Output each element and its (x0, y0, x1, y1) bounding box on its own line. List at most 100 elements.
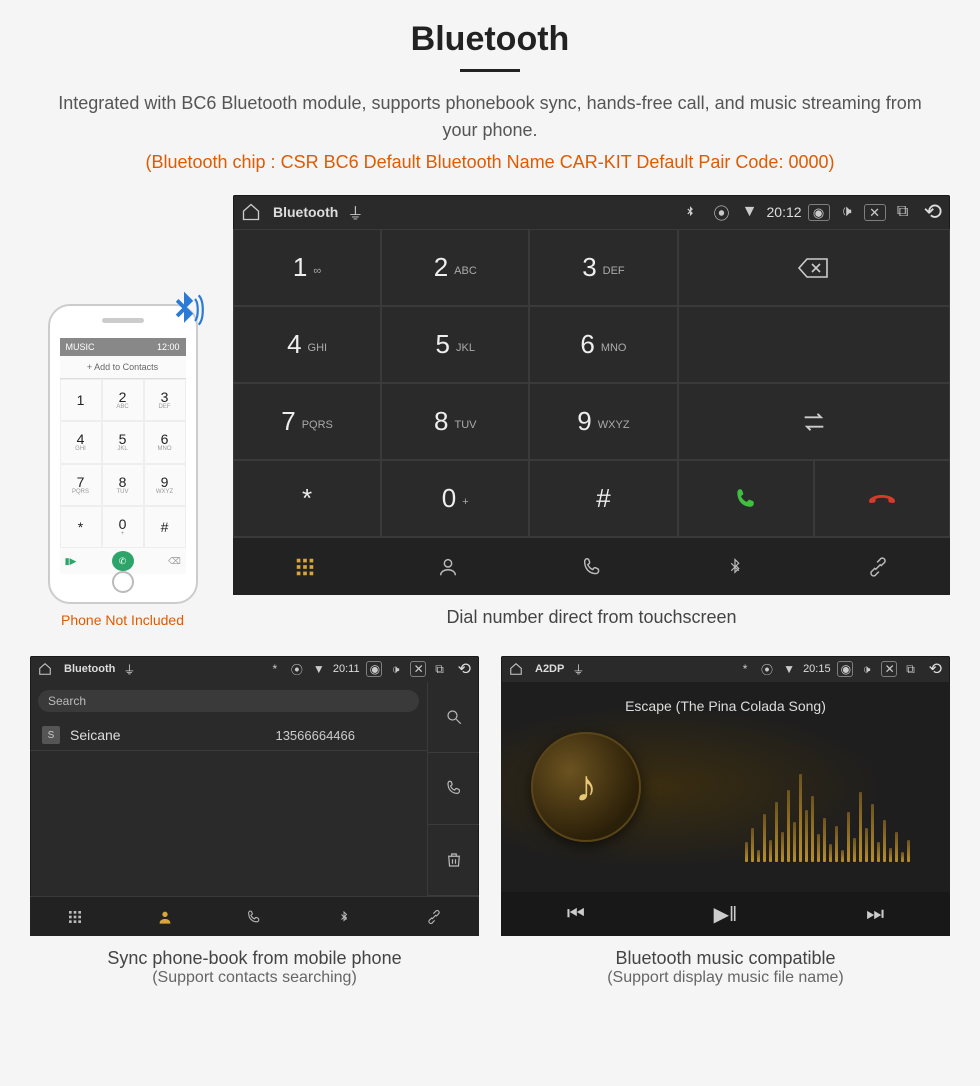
phone-mock-video-icon: ▮▶ (60, 548, 82, 574)
dialpad-key-#[interactable]: # (529, 460, 677, 537)
nav-contacts-icon[interactable] (120, 897, 210, 936)
back-icon[interactable]: ⟲ (458, 659, 471, 679)
dialer-statusbar: Bluetooth ⏚ ⦿ ▼ 20:12 ◉ 🕩 ✕ ⧉ ⟲ (233, 195, 950, 229)
empty-action (678, 306, 950, 383)
phone-mock-key: # (144, 506, 186, 548)
recents-icon[interactable]: ⧉ (903, 662, 919, 677)
contacts-caption: Sync phone-book from mobile phone (107, 948, 401, 968)
wifi-icon: ▼ (311, 662, 327, 676)
phone-mock-key: 4GHI (60, 421, 102, 463)
volume-icon[interactable]: 🕩 (836, 203, 858, 221)
prev-track-button[interactable]: ⏮ (501, 892, 651, 936)
bluetooth-icon: * (267, 662, 283, 676)
phone-mock-key: 1 (60, 379, 102, 421)
side-delete-icon[interactable] (427, 825, 479, 896)
home-icon[interactable] (241, 202, 263, 222)
contact-number: 13566664466 (275, 728, 355, 743)
nav-link-icon[interactable] (807, 538, 950, 595)
dialpad-key-5[interactable]: 5JKL (381, 306, 529, 383)
dialpad-key-6[interactable]: 6MNO (529, 306, 677, 383)
back-icon[interactable]: ⟲ (929, 659, 942, 679)
album-art-disc: ♪ (531, 732, 641, 842)
contact-avatar: S (42, 726, 60, 744)
usb-icon: ⏚ (121, 661, 137, 678)
nav-link-icon[interactable] (389, 897, 479, 936)
home-icon[interactable] (38, 662, 54, 676)
recents-icon[interactable]: ⧉ (432, 662, 448, 677)
location-icon: ⦿ (289, 661, 305, 678)
usb-icon: ⏚ (570, 661, 586, 678)
volume-icon[interactable]: 🕩 (388, 662, 404, 677)
nav-recent-icon[interactable] (520, 538, 663, 595)
song-title: Escape (The Pina Colada Song) (501, 698, 950, 714)
phone-mock-key: 6MNO (144, 421, 186, 463)
dialer-bottom-nav (233, 537, 950, 595)
spec-line: (Bluetooth chip : CSR BC6 Default Blueto… (0, 152, 980, 173)
volume-icon[interactable]: 🕩 (859, 662, 875, 677)
phone-mock-key: 9WXYZ (144, 464, 186, 506)
bluetooth-icon (683, 205, 705, 219)
hangup-button[interactable] (814, 460, 950, 537)
contacts-statusbar: Bluetooth ⏚ * ⦿ ▼ 20:11 ◉ 🕩 ✕ ⧉ ⟲ (30, 656, 479, 682)
camera-icon[interactable]: ◉ (837, 661, 853, 677)
phone-mock-header: MUSIC (66, 342, 95, 352)
close-window-icon[interactable]: ✕ (881, 661, 897, 677)
phone-mock-key: 7PQRS (60, 464, 102, 506)
page-subtitle: Integrated with BC6 Bluetooth module, su… (0, 90, 980, 144)
music-statusbar: A2DP ⏚ * ⦿ ▼ 20:15 ◉ 🕩 ✕ ⧉ ⟲ (501, 656, 950, 682)
music-visualizer (745, 772, 910, 862)
camera-icon[interactable]: ◉ (808, 204, 830, 221)
next-track-button[interactable]: ⏭ (800, 892, 950, 936)
back-icon[interactable]: ⟲ (924, 199, 942, 225)
phone-mock-key: 3DEF (144, 379, 186, 421)
phone-mockup: MUSIC 12:00 + Add to Contacts 12ABC3DEF4… (48, 304, 198, 604)
camera-icon[interactable]: ◉ (366, 661, 382, 677)
phone-mock-key: 2ABC (102, 379, 144, 421)
backspace-button[interactable] (678, 229, 950, 306)
dialpad-key-8[interactable]: 8TUV (381, 383, 529, 460)
phone-mock-key: 0+ (102, 506, 144, 548)
dialer-headunit: Bluetooth ⏚ ⦿ ▼ 20:12 ◉ 🕩 ✕ ⧉ ⟲ 1∞ (233, 195, 950, 595)
dialer-clock: 20:12 (767, 204, 802, 220)
location-icon: ⦿ (711, 200, 733, 224)
phone-mock-backspace-icon: ⌫ (164, 548, 186, 574)
contacts-search-input[interactable]: Search (38, 690, 419, 712)
side-call-icon[interactable] (427, 753, 479, 824)
nav-bluetooth-icon[interactable] (299, 897, 389, 936)
bluetooth-icon: * (737, 662, 753, 676)
dialer-caption: Dial number direct from touchscreen (233, 607, 950, 628)
music-headunit: A2DP ⏚ * ⦿ ▼ 20:15 ◉ 🕩 ✕ ⧉ ⟲ Escape (The… (501, 656, 950, 936)
recents-icon[interactable]: ⧉ (892, 203, 914, 221)
nav-keypad-icon[interactable] (233, 538, 376, 595)
play-pause-button[interactable]: ▶‖ (651, 892, 801, 936)
contacts-status-title: Bluetooth (64, 663, 115, 675)
dialpad-key-*[interactable]: * (233, 460, 381, 537)
phone-mock-call-icon: ✆ (112, 551, 134, 571)
contact-row[interactable]: SSeicane13566664466 (30, 720, 427, 751)
home-icon[interactable] (509, 662, 525, 676)
dialpad-key-2[interactable]: 2ABC (381, 229, 529, 306)
phone-mock-key: 5JKL (102, 421, 144, 463)
close-window-icon[interactable]: ✕ (410, 661, 426, 677)
close-window-icon[interactable]: ✕ (864, 204, 886, 221)
call-button[interactable] (678, 460, 814, 537)
nav-bluetooth-icon[interactable] (663, 538, 806, 595)
swap-button[interactable] (678, 383, 950, 460)
phone-mock-clock: 12:00 (157, 342, 180, 352)
phone-not-included-label: Phone Not Included (30, 612, 215, 628)
contacts-headunit: Bluetooth ⏚ * ⦿ ▼ 20:11 ◉ 🕩 ✕ ⧉ ⟲ Search (30, 656, 479, 936)
dialpad-key-9[interactable]: 9WXYZ (529, 383, 677, 460)
nav-recent-icon[interactable] (210, 897, 300, 936)
dialpad-key-0[interactable]: 0+ (381, 460, 529, 537)
usb-icon: ⏚ (344, 200, 366, 224)
dialpad-key-3[interactable]: 3DEF (529, 229, 677, 306)
dialpad-key-1[interactable]: 1∞ (233, 229, 381, 306)
dialpad-key-4[interactable]: 4GHI (233, 306, 381, 383)
phone-mock-key: * (60, 506, 102, 548)
dialpad-key-7[interactable]: 7PQRS (233, 383, 381, 460)
music-caption-sub: (Support display music file name) (501, 969, 950, 987)
side-search-icon[interactable] (427, 682, 479, 753)
nav-keypad-icon[interactable] (30, 897, 120, 936)
music-status-title: A2DP (535, 663, 564, 675)
nav-contacts-icon[interactable] (376, 538, 519, 595)
